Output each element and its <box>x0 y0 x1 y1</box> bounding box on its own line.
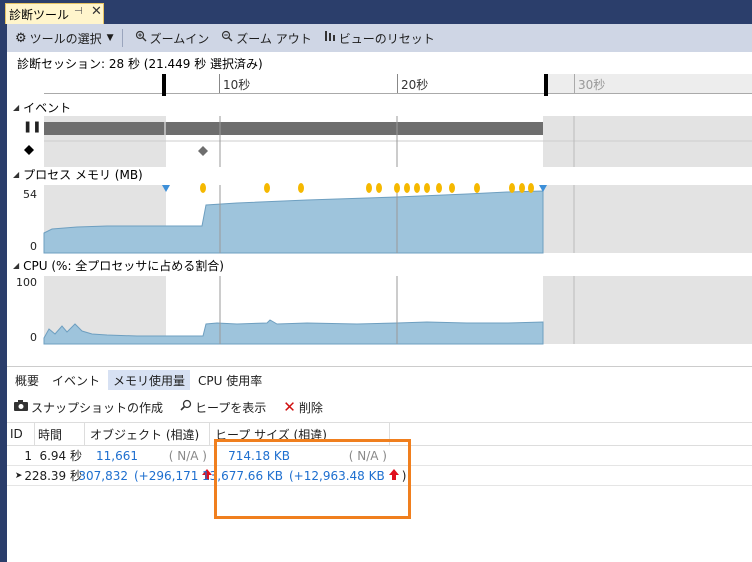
chevron-down-icon: ▼ <box>106 33 114 43</box>
row-heap-diff: (+12,963.48 KB <box>289 468 385 483</box>
row-heap[interactable]: 13,677.66 KB <box>202 466 286 485</box>
memory-section-header[interactable]: ◢ プロセス メモリ (MB) <box>7 166 752 182</box>
cpu-label: CPU (%: 全プロセッサに占める割合) <box>23 258 224 273</box>
row-heap-diff: ( N/A ) <box>348 448 387 463</box>
row-objects-diff: ( N/A ) <box>168 448 207 463</box>
delete-icon: ✕ <box>283 398 296 416</box>
tab-memory-usage[interactable]: メモリ使用量 <box>108 370 191 390</box>
take-snapshot-label: スナップショットの作成 <box>31 400 164 415</box>
pause-icon: ❚❚ <box>23 120 41 133</box>
row-objects[interactable]: 11,661 <box>85 446 141 465</box>
break-event-bar <box>44 122 543 135</box>
header-heap-size[interactable]: ヒープ サイズ (相違) <box>210 423 390 445</box>
collapse-icon[interactable]: ◢ <box>13 170 19 179</box>
snapshot-table: ID 時間 オブジェクト (相違) ヒープ サイズ (相違) 1 6.94 秒 … <box>7 422 752 486</box>
ruler-tick-30 <box>574 74 575 93</box>
zoom-out-button[interactable]: ズーム アウト <box>217 27 315 49</box>
cpu-axis-max: 100 <box>16 276 37 289</box>
reset-view-icon <box>324 30 336 46</box>
memory-axis-min: 0 <box>30 240 37 253</box>
tab-summary[interactable]: 概要 <box>10 370 44 390</box>
collapse-icon[interactable]: ◢ <box>13 261 19 270</box>
row-heap-diff-cell[interactable]: (+12,963.48 KB ) <box>286 466 407 485</box>
gear-icon: ⚙ <box>15 30 27 46</box>
memory-label: プロセス メモリ (MB) <box>23 167 143 182</box>
row-id-cell: ➤ 2 <box>7 466 35 485</box>
memory-axis-max: 54 <box>23 188 37 201</box>
collapse-icon[interactable]: ◢ <box>13 103 19 112</box>
current-row-arrow-icon: ➤ <box>14 470 23 481</box>
view-heap-button[interactable]: ヒープを表示 <box>180 399 266 416</box>
tab-events[interactable]: イベント <box>47 370 105 390</box>
zoom-in-label: ズームイン <box>149 31 210 46</box>
table-row[interactable]: 1 6.94 秒 11,661 ( N/A ) 714.18 KB ( N/A … <box>7 446 752 466</box>
ruler-selection-start[interactable] <box>162 74 166 96</box>
select-tools-button[interactable]: ⚙ ツールの選択 ▼ <box>11 27 118 49</box>
camera-icon <box>14 399 28 415</box>
header-time[interactable]: 時間 <box>35 423 85 445</box>
table-header: ID 時間 オブジェクト (相違) ヒープ サイズ (相違) <box>7 422 752 446</box>
row-objects-diff: (+296,171 <box>134 468 199 483</box>
row-heap[interactable]: 714.18 KB <box>210 446 293 465</box>
ruler-tick-20 <box>397 74 398 93</box>
cpu-axis-min: 0 <box>30 331 37 344</box>
view-heap-label: ヒープを表示 <box>195 400 267 415</box>
diamond-icon <box>24 145 34 155</box>
header-id[interactable]: ID <box>7 423 35 445</box>
events-label: イベント <box>23 100 72 115</box>
session-info: 診断セッション: 28 秒 (21.449 秒 選択済み) <box>17 56 263 71</box>
delete-label: 削除 <box>298 400 323 415</box>
table-row[interactable]: ➤ 2 28.39 秒 307,832 (+296,171 13,677.66 … <box>7 466 752 486</box>
events-section-header[interactable]: ◢ イベント <box>7 99 752 115</box>
row-objects-diff-cell[interactable]: (+296,171 <box>131 466 213 485</box>
tab-cpu-usage[interactable]: CPU 使用率 <box>193 370 267 390</box>
memory-actions: スナップショットの作成 ヒープを表示 ✕ 削除 <box>7 396 752 418</box>
ruler-label-30: 30秒 <box>578 78 606 92</box>
ruler-label-10: 10秒 <box>223 78 251 92</box>
reset-view-button[interactable]: ビューのリセット <box>320 27 439 49</box>
row-time: 6.94 秒 <box>39 449 82 463</box>
ruler-label-20: 20秒 <box>401 78 429 92</box>
zoom-out-icon <box>221 30 233 46</box>
delete-button[interactable]: ✕ 削除 <box>283 398 323 416</box>
row-heap-diff-close: ) <box>401 468 407 483</box>
diagnostic-tools-panel: ⚙ ツールの選択 ▼ ズームイン ズーム アウト ビューのリセット 診断セッショ… <box>7 24 752 562</box>
left-dock-strip <box>0 24 7 562</box>
toolbar-separator <box>121 29 123 47</box>
splitter[interactable] <box>7 366 752 367</box>
cpu-chart[interactable]: 100 0 <box>7 274 752 346</box>
tab-title: 診断ツール <box>9 7 70 22</box>
events-track[interactable]: ❚❚ <box>7 116 752 168</box>
arrow-up-icon <box>388 468 399 483</box>
tab-diagnostic-tools[interactable]: 診断ツール ⊣ ✕ <box>5 3 104 24</box>
row-id: 1 <box>24 448 32 463</box>
zoom-in-icon <box>135 30 147 46</box>
search-icon <box>180 399 192 415</box>
timeline-ruler[interactable]: 10秒 20秒 30秒 <box>44 74 752 96</box>
zoom-in-button[interactable]: ズームイン <box>131 27 214 49</box>
detail-tabs: 概要 イベント メモリ使用量 CPU 使用率 <box>7 370 752 390</box>
header-objects[interactable]: オブジェクト (相違) <box>85 423 210 445</box>
cpu-section-header[interactable]: ◢ CPU (%: 全プロセッサに占める割合) <box>7 257 752 273</box>
pin-icon[interactable]: ⊣ <box>74 6 83 17</box>
toolbar: ⚙ ツールの選択 ▼ ズームイン ズーム アウト ビューのリセット <box>7 24 752 52</box>
header-spacer <box>390 423 400 445</box>
select-tools-label: ツールの選択 <box>29 31 102 46</box>
row-objects[interactable]: 307,832 <box>78 466 131 485</box>
reset-view-label: ビューのリセット <box>338 31 435 46</box>
ruler-tick-10 <box>219 74 220 93</box>
close-icon[interactable]: ✕ <box>91 4 102 19</box>
memory-chart[interactable]: 54 0 <box>7 183 752 255</box>
take-snapshot-button[interactable]: スナップショットの作成 <box>14 399 163 416</box>
tab-strip: 診断ツール ⊣ ✕ <box>0 0 752 24</box>
zoom-out-label: ズーム アウト <box>236 31 312 46</box>
